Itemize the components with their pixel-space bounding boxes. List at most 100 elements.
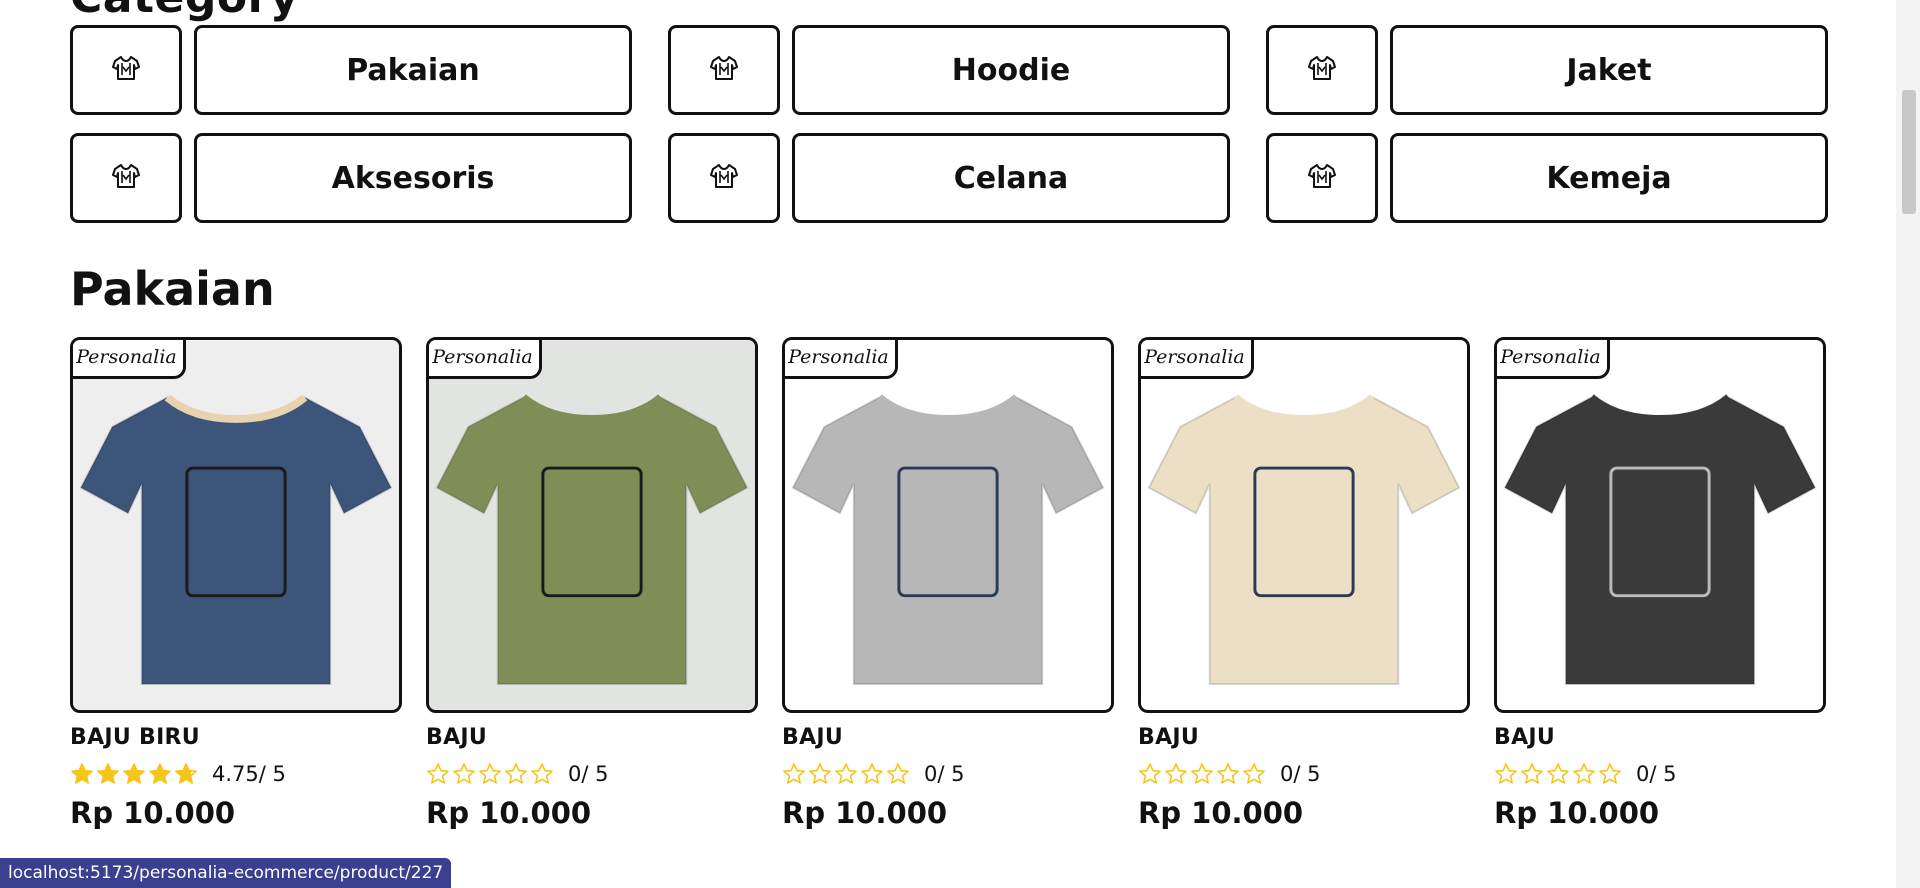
star-icon xyxy=(1547,763,1569,784)
product-image[interactable] xyxy=(1141,340,1467,710)
product-card[interactable]: Personalia BAJU 0/ 5 Rp 10.000 xyxy=(1494,337,1826,830)
product-name[interactable]: BAJU BIRU xyxy=(70,725,402,750)
product-rating: 0/ 5 xyxy=(1494,760,1826,788)
product-image[interactable] xyxy=(1497,340,1823,710)
star-icon xyxy=(71,763,93,784)
star-icon xyxy=(1243,763,1265,784)
star-icon xyxy=(97,763,119,784)
shirt-icon xyxy=(112,163,140,193)
product-price: Rp 10.000 xyxy=(426,796,592,830)
category-item-hoodie[interactable]: Hoodie xyxy=(668,25,1230,115)
star-icon xyxy=(1165,763,1187,784)
category-item-pakaian[interactable]: Pakaian xyxy=(70,25,632,115)
category-button-kemeja[interactable]: Kemeja xyxy=(1390,133,1828,223)
product-image[interactable] xyxy=(785,340,1111,710)
product-image-frame[interactable]: Personalia xyxy=(1138,337,1470,713)
product-price: Rp 10.000 xyxy=(70,796,236,830)
star-icon xyxy=(809,763,831,784)
category-button-aksesoris[interactable]: Aksesoris xyxy=(194,133,632,223)
product-image-frame[interactable]: Personalia xyxy=(1494,337,1826,713)
star-icon xyxy=(835,763,857,784)
scrollbar-thumb[interactable] xyxy=(1902,90,1916,214)
category-item-celana[interactable]: Celana xyxy=(668,133,1230,223)
category-heading: Category xyxy=(70,0,299,23)
product-rating: 4.75/ 5 xyxy=(70,760,402,788)
product-price: Rp 10.000 xyxy=(782,796,948,830)
star-icon xyxy=(453,763,475,784)
shirt-icon xyxy=(710,163,738,193)
category-grid: Pakaian Hoodie Jaket Aksesoris Celana Ke… xyxy=(70,25,1828,241)
star-icon xyxy=(887,763,909,784)
category-icon-button[interactable] xyxy=(1266,133,1378,223)
star-icon xyxy=(149,763,171,784)
rating-stars xyxy=(1494,762,1622,786)
shirt-icon xyxy=(1308,55,1336,85)
star-icon xyxy=(1217,763,1239,784)
vertical-scrollbar[interactable] xyxy=(1896,0,1920,888)
star-icon xyxy=(1495,763,1517,784)
rating-stars xyxy=(1138,762,1266,786)
star-icon xyxy=(861,763,883,784)
product-card[interactable]: Personalia BAJU 0/ 5 Rp 10.000 xyxy=(426,337,758,830)
star-icon xyxy=(479,763,501,784)
category-icon-button[interactable] xyxy=(1266,25,1378,115)
product-card[interactable]: Personalia BAJU BIRU 4.75/ 5 Rp 10.000 xyxy=(70,337,402,830)
product-name[interactable]: BAJU xyxy=(782,725,1114,750)
product-rating: 0/ 5 xyxy=(782,760,1114,788)
category-row: Pakaian Hoodie Jaket xyxy=(70,25,1828,115)
product-name[interactable]: BAJU xyxy=(426,725,758,750)
category-button-pakaian[interactable]: Pakaian xyxy=(194,25,632,115)
category-button-celana[interactable]: Celana xyxy=(792,133,1230,223)
product-image[interactable] xyxy=(429,340,755,710)
star-icon xyxy=(783,763,805,784)
product-image-frame[interactable]: Personalia xyxy=(70,337,402,713)
rating-stars xyxy=(782,762,910,786)
product-card[interactable]: Personalia BAJU 0/ 5 Rp 10.000 xyxy=(1138,337,1470,830)
rating-text: 0/ 5 xyxy=(1636,762,1677,786)
rating-stars xyxy=(426,762,554,786)
star-icon xyxy=(123,763,145,784)
star-icon xyxy=(505,763,527,784)
shirt-icon xyxy=(1308,163,1336,193)
rating-stars xyxy=(70,762,198,786)
shirt-icon xyxy=(710,55,738,85)
star-icon xyxy=(1191,763,1213,784)
category-item-aksesoris[interactable]: Aksesoris xyxy=(70,133,632,223)
product-image-frame[interactable]: Personalia xyxy=(426,337,758,713)
product-name[interactable]: BAJU xyxy=(1138,725,1470,750)
star-icon xyxy=(427,763,449,784)
status-bar-url: localhost:5173/personalia-ecommerce/prod… xyxy=(0,858,452,888)
product-card[interactable]: Personalia BAJU 0/ 5 Rp 10.000 xyxy=(782,337,1114,830)
star-icon xyxy=(1139,763,1161,784)
product-price: Rp 10.000 xyxy=(1138,796,1304,830)
star-icon xyxy=(531,763,553,784)
category-item-jaket[interactable]: Jaket xyxy=(1266,25,1828,115)
product-rating: 0/ 5 xyxy=(426,760,758,788)
category-button-jaket[interactable]: Jaket xyxy=(1390,25,1828,115)
rating-text: 0/ 5 xyxy=(568,762,609,786)
category-icon-button[interactable] xyxy=(668,25,780,115)
star-icon xyxy=(1521,763,1543,784)
product-image[interactable] xyxy=(73,340,399,710)
category-icon-button[interactable] xyxy=(668,133,780,223)
star-icon xyxy=(1599,763,1621,784)
product-rating: 0/ 5 xyxy=(1138,760,1470,788)
rating-text: 0/ 5 xyxy=(1280,762,1321,786)
brand-tag: Personalia xyxy=(785,340,898,379)
star-icon xyxy=(1573,763,1595,784)
product-image-frame[interactable]: Personalia xyxy=(782,337,1114,713)
product-price: Rp 10.000 xyxy=(1494,796,1660,830)
brand-tag: Personalia xyxy=(1141,340,1254,379)
product-list: Personalia BAJU BIRU 4.75/ 5 Rp 10.000 P… xyxy=(70,337,1826,830)
category-button-hoodie[interactable]: Hoodie xyxy=(792,25,1230,115)
product-name[interactable]: BAJU xyxy=(1494,725,1826,750)
brand-tag: Personalia xyxy=(73,340,186,379)
brand-tag: Personalia xyxy=(1497,340,1610,379)
category-item-kemeja[interactable]: Kemeja xyxy=(1266,133,1828,223)
rating-text: 4.75/ 5 xyxy=(212,762,286,786)
category-icon-button[interactable] xyxy=(70,133,182,223)
brand-tag: Personalia xyxy=(429,340,542,379)
rating-text: 0/ 5 xyxy=(924,762,965,786)
category-icon-button[interactable] xyxy=(70,25,182,115)
section-title: Pakaian xyxy=(70,262,275,316)
